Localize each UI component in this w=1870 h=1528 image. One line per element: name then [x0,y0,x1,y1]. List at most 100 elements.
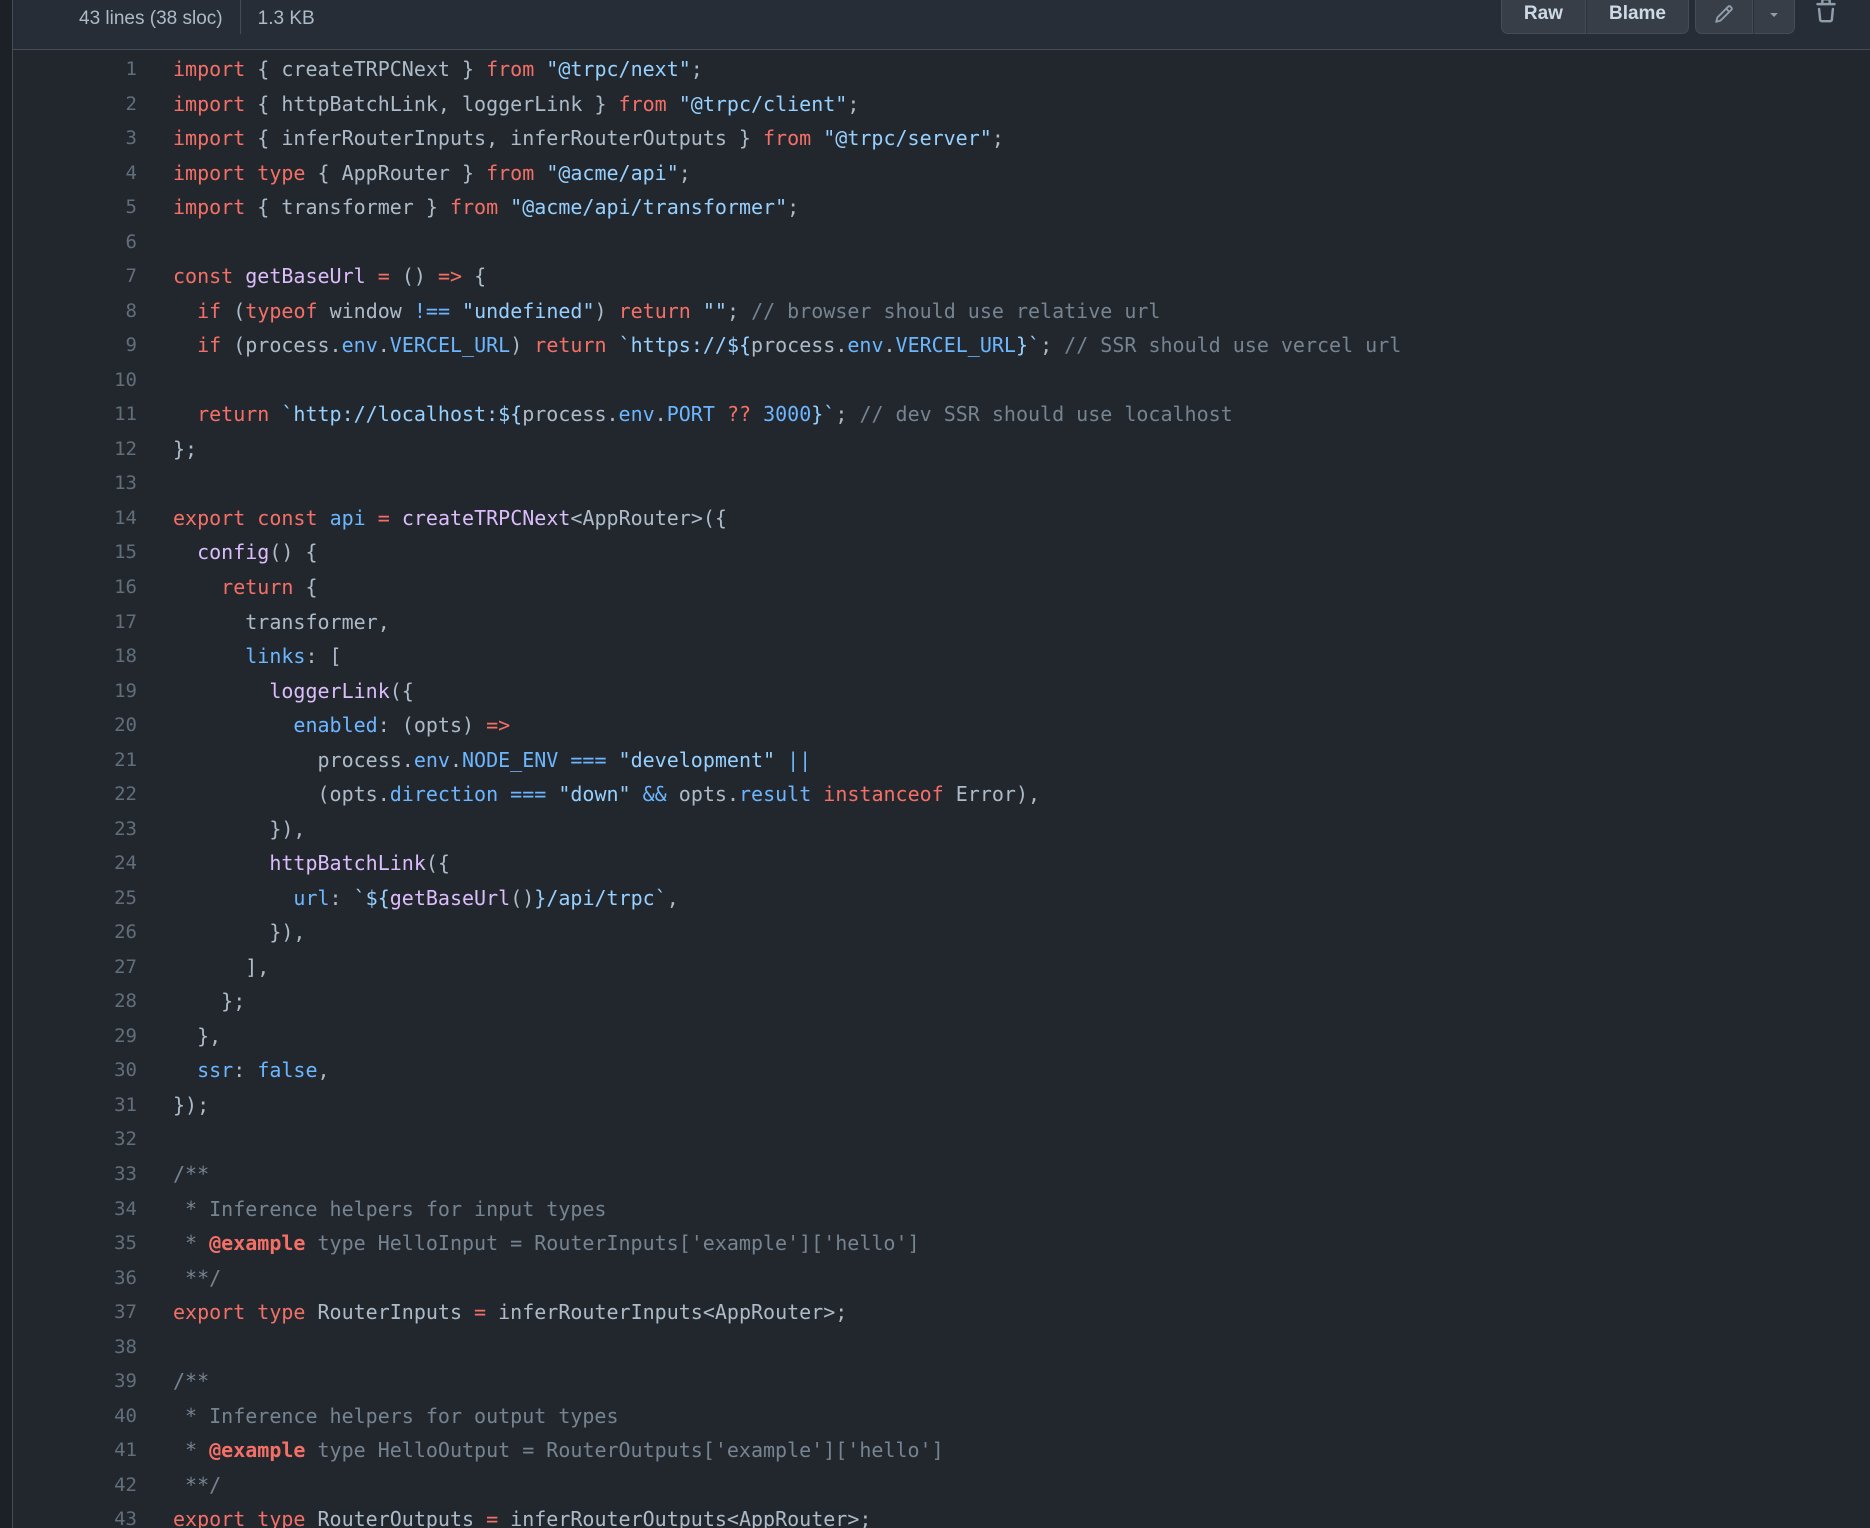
line-number[interactable]: 1 [13,52,137,87]
line-number[interactable]: 23 [13,812,137,847]
raw-button[interactable]: Raw [1500,0,1586,34]
code-token: "@acme/api/transformer" [510,195,788,220]
code-token: ) [594,298,619,323]
code-token: }, [173,1023,222,1048]
code-token: : [ [305,644,342,669]
code-token: inferRouterInputs<AppRouter>; [486,1300,848,1325]
line-number[interactable]: 16 [13,570,137,605]
code-token: }), [173,816,306,841]
code-token: export [173,1300,246,1325]
code-token: }; [173,436,198,461]
blame-button[interactable]: Blame [1585,0,1689,34]
line-number[interactable]: 19 [13,674,137,709]
line-number[interactable]: 37 [13,1295,137,1330]
code-token: && [642,782,667,807]
line-number[interactable]: 7 [13,259,137,294]
line-number[interactable]: 21 [13,743,137,778]
line-number[interactable]: 18 [13,639,137,674]
line-number[interactable]: 43 [13,1502,137,1528]
line-number[interactable]: 17 [13,605,137,640]
code-token: from [486,160,535,185]
file-size: 1.3 KB [257,8,315,29]
code-token: import [173,126,246,151]
line-number[interactable]: 28 [13,984,137,1019]
code-line: 34 * Inference helpers for input types [13,1192,1870,1227]
code-token: : [329,885,354,910]
line-number[interactable]: 6 [13,225,137,260]
line-number[interactable]: 36 [13,1261,137,1296]
line-number[interactable]: 25 [13,881,137,916]
code-text: if (process.env.VERCEL_URL) return `http… [137,328,1401,363]
line-number[interactable]: 20 [13,708,137,743]
line-number[interactable]: 41 [13,1433,137,1468]
line-number[interactable]: 42 [13,1468,137,1503]
code-text: return { [137,570,317,605]
line-number[interactable]: 34 [13,1192,137,1227]
line-number[interactable]: 13 [13,466,137,501]
code-token: // browser should use relative url [751,298,1161,323]
line-number[interactable]: 30 [13,1053,137,1088]
line-number[interactable]: 38 [13,1330,137,1365]
line-number[interactable]: 40 [13,1399,137,1434]
line-number[interactable]: 11 [13,397,137,432]
line-number[interactable]: 33 [13,1157,137,1192]
delete-file-button[interactable] [1813,0,1839,24]
code-token: createTRPCNext [401,505,571,530]
code-text: config() { [137,535,317,570]
code-token: /** [173,1369,210,1394]
code-token: @example [209,1438,306,1463]
line-number[interactable]: 35 [13,1226,137,1261]
line-number[interactable]: 4 [13,156,137,191]
code-line: 20 enabled: (opts) => [13,708,1870,743]
edit-button[interactable] [1695,0,1753,34]
line-number[interactable]: 24 [13,846,137,881]
code-line: 30 ssr: false, [13,1053,1870,1088]
code-token: **/ [173,1472,222,1497]
code-token: enabled [293,713,378,738]
line-number[interactable]: 12 [13,432,137,467]
line-number[interactable]: 2 [13,87,137,122]
code-text: * Inference helpers for output types [137,1399,619,1434]
code-token: "@acme/api" [546,160,679,185]
code-token: ssr [197,1058,234,1083]
code-line: 19 loggerLink({ [13,674,1870,709]
code-token: /** [173,1162,210,1186]
line-number[interactable]: 15 [13,535,137,570]
code-token: type [257,160,306,185]
code-line: 28 }; [13,984,1870,1019]
code-token: const [173,264,234,289]
line-number[interactable]: 8 [13,294,137,329]
line-number[interactable]: 5 [13,190,137,225]
line-number[interactable]: 3 [13,121,137,156]
code-token: }; [173,989,246,1014]
code-token: false [257,1058,318,1083]
edit-dropdown-button[interactable] [1753,0,1795,34]
line-number[interactable]: 39 [13,1364,137,1399]
line-number[interactable]: 27 [13,950,137,985]
line-number[interactable]: 9 [13,328,137,363]
trash-icon [1816,0,1836,23]
code-token: . [377,333,390,358]
code-line: 22 (opts.direction === "down" && opts.re… [13,777,1870,812]
line-number[interactable]: 32 [13,1122,137,1157]
code-line: 35 * @example type HelloInput = RouterIn… [13,1226,1870,1261]
code-token: if [197,298,222,323]
line-number[interactable]: 26 [13,915,137,950]
code-line: 10 [13,363,1870,398]
line-number[interactable]: 29 [13,1019,137,1054]
line-number[interactable]: 31 [13,1088,137,1123]
line-number[interactable]: 10 [13,363,137,398]
code-text: **/ [137,1261,221,1296]
line-number[interactable]: 22 [13,777,137,812]
line-number[interactable]: 14 [13,501,137,536]
code-line: 3 import { inferRouterInputs, inferRouter… [13,121,1870,156]
